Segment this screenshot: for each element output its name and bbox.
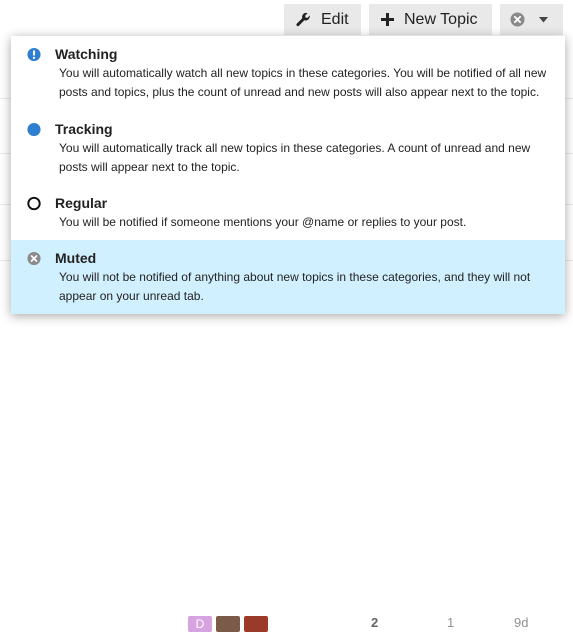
avatar[interactable]: [216, 616, 240, 632]
notification-level-dropdown: Watching You will automatically watch al…: [11, 36, 565, 314]
notification-option-tracking[interactable]: Tracking You will automatically track al…: [11, 120, 565, 180]
edit-label: Edit: [321, 10, 349, 28]
option-header: Watching: [27, 45, 565, 63]
category-toolbar: Edit New Topic: [0, 4, 573, 36]
option-title: Watching: [55, 46, 118, 62]
new-topic-label: New Topic: [404, 10, 478, 28]
option-header: Regular: [27, 194, 565, 212]
replies-count: 2: [371, 615, 379, 630]
option-title: Tracking: [55, 121, 113, 137]
wrench-icon: [296, 12, 311, 27]
option-description: You will automatically watch all new top…: [59, 66, 547, 99]
views-count: 1: [447, 615, 455, 630]
filled-circle-icon: [27, 122, 41, 136]
caret-down-icon: [539, 16, 548, 23]
option-description: You will automatically track all new top…: [59, 141, 531, 174]
new-topic-button[interactable]: New Topic: [369, 4, 492, 35]
avatar[interactable]: D: [188, 616, 212, 632]
option-title: Muted: [55, 250, 97, 266]
option-title: Regular: [55, 195, 108, 211]
option-description: You will not be notified of anything abo…: [59, 270, 531, 303]
notification-option-watching[interactable]: Watching You will automatically watch al…: [11, 45, 565, 105]
avatar-letter: D: [195, 617, 205, 631]
x-circle-icon: [27, 251, 41, 265]
option-header: Tracking: [27, 120, 565, 138]
activity-age[interactable]: 9d: [514, 615, 528, 630]
plus-icon: [381, 13, 394, 26]
edit-category-button[interactable]: Edit: [284, 4, 361, 35]
notification-level-button[interactable]: [500, 4, 563, 35]
circle-outline-icon: [27, 196, 41, 210]
notification-option-regular[interactable]: Regular You will be notified if someone …: [11, 194, 565, 234]
option-header: Muted: [27, 249, 565, 267]
option-description: You will be notified if someone mentions…: [59, 215, 467, 229]
muted-x-circle-icon: [510, 12, 525, 27]
exclamation-circle-icon: [27, 47, 41, 61]
avatar[interactable]: [244, 616, 268, 632]
notification-option-muted[interactable]: Muted You will not be notified of anythi…: [11, 240, 565, 314]
